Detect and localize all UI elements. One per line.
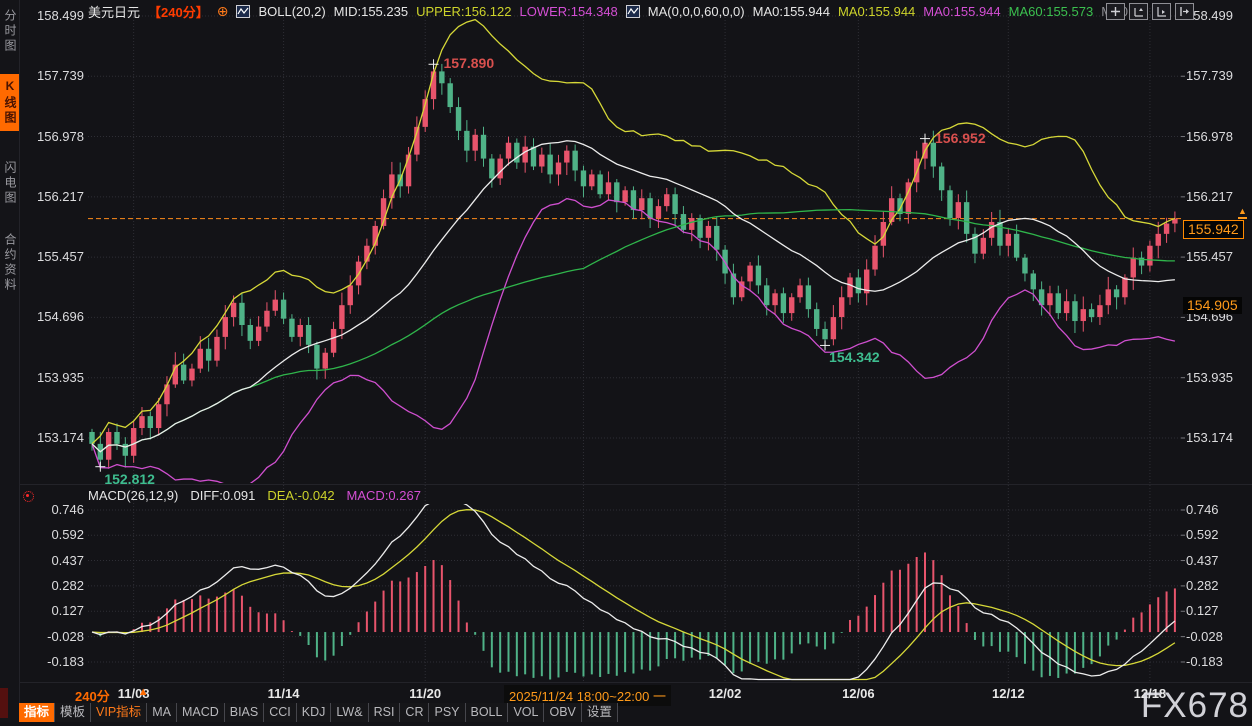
toolbar-tab-2[interactable]: VIP指标 — [91, 703, 147, 722]
macd-diff-value: DIFF:0.091 — [190, 488, 255, 503]
toolbar-tab-7[interactable]: KDJ — [297, 703, 332, 722]
toolbar-tab-15[interactable]: 设置 — [582, 703, 618, 722]
ma0-yellow-value: MA0:155.944 — [838, 4, 915, 19]
boll-mid-value: MID:155.235 — [334, 4, 408, 19]
toolbar-tab-9[interactable]: RSI — [369, 703, 401, 722]
macd-axis-label-right: 0.437 — [1186, 553, 1246, 569]
macd-axis-label-left: 0.437 — [34, 553, 84, 569]
y-axis-label-right: 153.935 — [1186, 370, 1246, 386]
price-annotation-high: 157.890 — [444, 55, 495, 71]
y-axis-label-right: 156.978 — [1186, 129, 1246, 145]
crosshair-icon[interactable] — [1106, 3, 1125, 20]
watermark: FX678 — [1141, 686, 1249, 726]
macd-axis-label-left: -0.028 — [34, 629, 84, 645]
toolbar-tab-1[interactable]: 模板 — [55, 703, 91, 722]
chart-header: 美元日元 【240分】 ⊕ BOLL(20,2) MID:155.235 UPP… — [88, 3, 1132, 19]
x-axis-date-label: 12/06 — [826, 686, 890, 701]
price-annotation-high: 156.952 — [935, 130, 986, 146]
current-price-tag: 155.942 — [1183, 220, 1244, 239]
y-axis-label-left: 156.217 — [34, 189, 84, 205]
y-axis-label-left: 153.935 — [34, 370, 84, 386]
price-annotation-low: 152.812 — [104, 471, 155, 487]
macd-header: MACD(26,12,9) DIFF:0.091 DEA:-0.042 MACD… — [88, 488, 421, 503]
pan-right-icon[interactable] — [1175, 3, 1194, 20]
left-sidebar: 分时图 K线图闪电图合约资料 — [0, 0, 20, 722]
toolbar-tab-12[interactable]: BOLL — [466, 703, 509, 722]
sidebar-item-0[interactable]: 分时图 — [0, 4, 19, 59]
period-badge: 【240分】 — [148, 2, 209, 21]
macd-axis-label-right: 0.127 — [1186, 603, 1246, 619]
boll-indicator-icon[interactable] — [236, 5, 250, 18]
price-annotation-low: 154.342 — [829, 349, 880, 365]
toolbar-tab-4[interactable]: MACD — [177, 703, 225, 722]
bottom-toolbar: 指标模板VIP指标MAMACDBIASCCIKDJLW&RSICRPSYBOLL… — [19, 703, 618, 722]
scale-y-icon[interactable] — [1129, 3, 1148, 20]
toolbar-tab-13[interactable]: VOL — [508, 703, 544, 722]
scroll-left-button[interactable] — [0, 688, 8, 718]
macd-axis-label-left: 0.592 — [34, 527, 84, 543]
toolbar-tab-3[interactable]: MA — [147, 703, 177, 722]
ma-group-label: MA(0,0,0,60,0,0) — [648, 4, 745, 19]
sidebar-item-3[interactable]: 合约资料 — [0, 228, 19, 298]
x-axis-date-label: 11/20 — [393, 686, 457, 701]
y-axis-label-left: 155.457 — [34, 249, 84, 265]
toolbar-tab-10[interactable]: CR — [400, 703, 429, 722]
x-axis-date-label: 11/14 — [252, 686, 316, 701]
chart-tool-icons — [1106, 3, 1194, 20]
y-axis-label-right: 156.217 — [1186, 189, 1246, 205]
macd-axis-label-right: 0.592 — [1186, 527, 1246, 543]
macd-panel-icon[interactable] — [23, 491, 34, 502]
sidebar-item-1[interactable]: K线图 — [0, 74, 19, 131]
macd-axis-label-right: 0.746 — [1186, 502, 1246, 518]
y-axis-label-left: 153.174 — [34, 430, 84, 446]
grid-lines — [88, 8, 1185, 681]
macd-series — [92, 501, 1175, 679]
y-axis-label-left: 157.739 — [34, 68, 84, 84]
boll-label: BOLL(20,2) — [258, 4, 325, 19]
add-indicator-icon[interactable]: ⊕ — [217, 5, 229, 17]
sidebar-item-2[interactable]: 闪电图 — [0, 156, 19, 211]
y-axis-label-left: 158.499 — [34, 8, 84, 24]
toolbar-tab-8[interactable]: LW& — [331, 703, 368, 722]
scale-x-icon[interactable] — [1152, 3, 1171, 20]
macd-macd-value: MACD:0.267 — [347, 488, 421, 503]
ma-indicator-icon[interactable] — [626, 5, 640, 18]
y-axis-label-left: 154.696 — [34, 309, 84, 325]
macd-axis-label-left: -0.183 — [34, 654, 84, 670]
macd-axis-label-left: 0.282 — [34, 578, 84, 594]
macd-axis-label-right: -0.028 — [1186, 629, 1246, 645]
y-axis-label-left: 156.978 — [34, 129, 84, 145]
scroll-to-latest-icon[interactable]: ▲ — [1238, 207, 1247, 219]
ma60-value: MA60:155.573 — [1009, 4, 1094, 19]
boll-lower-value: LOWER:154.348 — [520, 4, 618, 19]
secondary-price-tag: 154.905 — [1183, 297, 1242, 314]
boll-upper-value: UPPER:156.122 — [416, 4, 511, 19]
x-axis-date-label: 12/02 — [693, 686, 757, 701]
ma0-white-value: MA0:155.944 — [753, 4, 830, 19]
symbol-name: 美元日元 — [88, 2, 140, 21]
toolbar-tab-6[interactable]: CCI — [264, 703, 297, 722]
toolbar-tab-11[interactable]: PSY — [429, 703, 465, 722]
macd-axis-label-right: -0.183 — [1186, 654, 1246, 670]
y-axis-label-right: 155.457 — [1186, 249, 1246, 265]
macd-title: MACD(26,12,9) — [88, 488, 178, 503]
candlestick-series — [89, 20, 1177, 488]
y-axis-label-right: 153.174 — [1186, 430, 1246, 446]
main-chart-svg — [0, 0, 1252, 722]
macd-axis-label-left: 0.127 — [34, 603, 84, 619]
toolbar-tab-0[interactable]: 指标 — [19, 703, 55, 722]
trading-app-window: 分时图 K线图闪电图合约资料 美元日元 【240分】 ⊕ BOLL(20,2) M… — [0, 0, 1252, 722]
macd-axis-label-right: 0.282 — [1186, 578, 1246, 594]
toolbar-tab-5[interactable]: BIAS — [225, 703, 265, 722]
toolbar-tab-14[interactable]: OBV — [544, 703, 581, 722]
ma0-magenta-value: MA0:155.944 — [923, 4, 1000, 19]
macd-dea-value: DEA:-0.042 — [267, 488, 334, 503]
y-axis-label-right: 158.499 — [1186, 8, 1246, 24]
panel-divider — [19, 484, 1252, 485]
x-axis-date-label: 12/12 — [976, 686, 1040, 701]
macd-axis-label-left: 0.746 — [34, 502, 84, 518]
y-axis-label-right: 157.739 — [1186, 68, 1246, 84]
axis-divider — [19, 682, 1252, 683]
